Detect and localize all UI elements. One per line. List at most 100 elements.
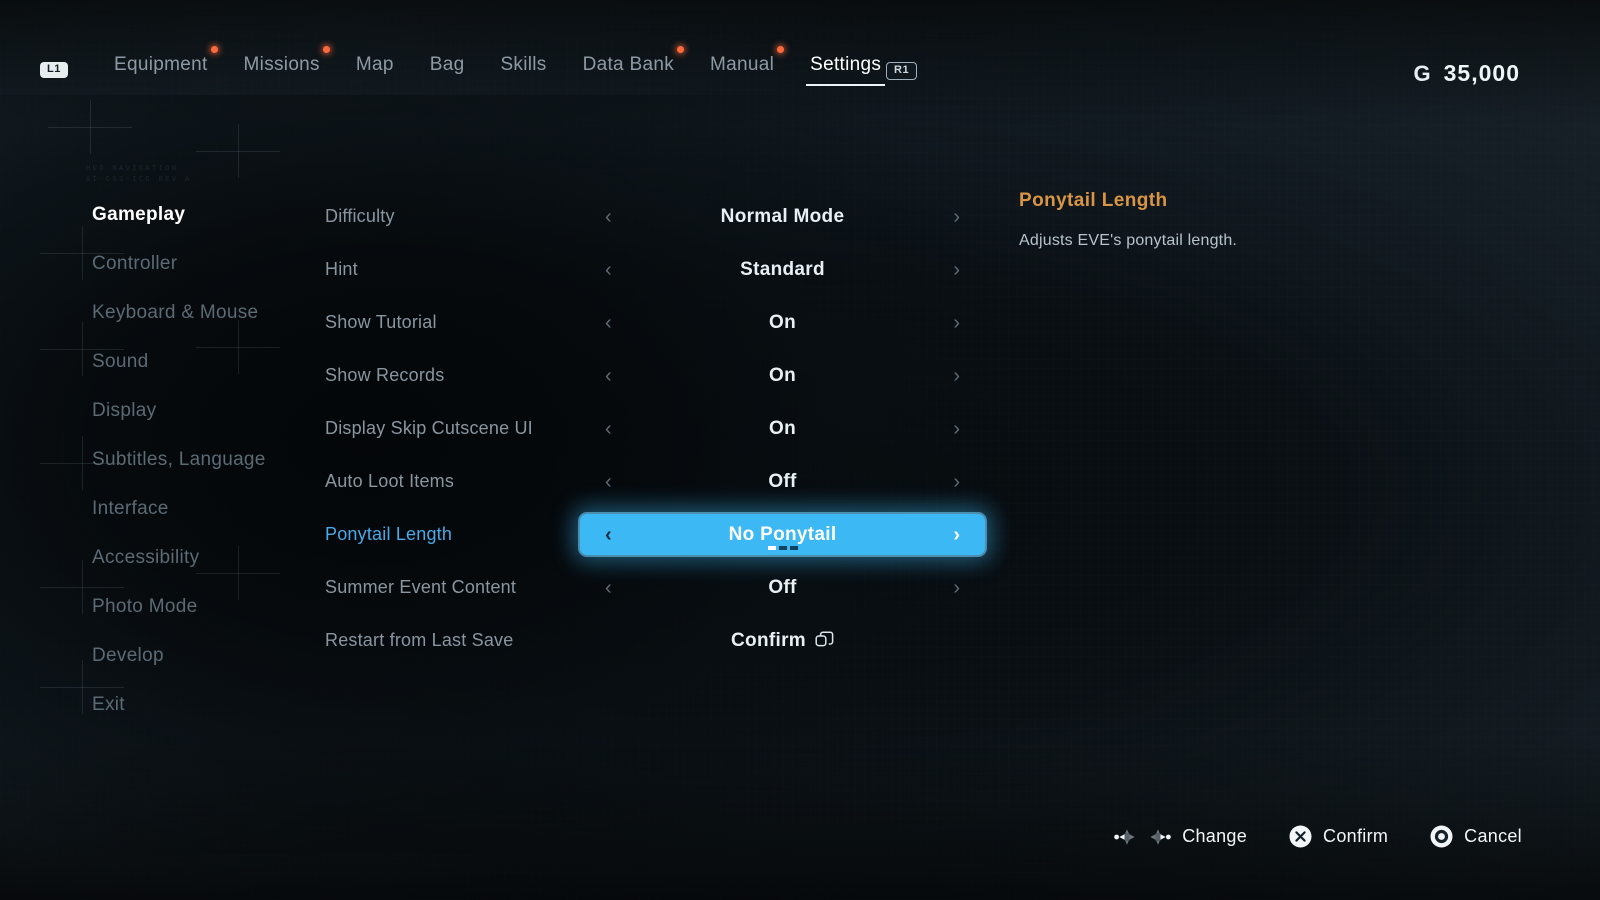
notification-dot-icon [777,46,785,53]
step-indicator [767,546,798,550]
setting-row-summer-event-content[interactable]: Summer Event Content ‹ Off › [325,561,985,614]
sidebar-item-display[interactable]: Display [92,386,342,435]
setting-label: Show Records [325,365,445,385]
setting-row-auto-loot-items[interactable]: Auto Loot Items ‹ Off › [325,455,985,508]
setting-stepper[interactable]: ‹ Standard › [580,250,985,290]
nav-tab-manual[interactable]: Manual [692,46,792,86]
step-dot [778,546,787,550]
nav-tab-list: Equipment Missions Map Bag Skills Data B… [96,46,899,86]
info-panel-description: Adjusts EVE's ponytail length. [1019,232,1238,249]
chevron-right-icon[interactable]: › [953,472,960,492]
nav-tab-bag[interactable]: Bag [412,48,483,86]
setting-row-restart-from-last-save[interactable]: Restart from Last Save Confirm [325,614,985,667]
setting-row-ponytail-length[interactable]: Ponytail Length ‹ No Ponytail › [325,508,985,561]
nav-tab-equipment[interactable]: Equipment [96,46,226,86]
hint-confirm[interactable]: Confirm [1289,825,1388,848]
chevron-left-icon[interactable]: ‹ [605,472,612,492]
notification-dot-icon [677,46,685,53]
setting-label: Display Skip Cutscene UI [325,418,533,438]
sidebar-item-exit[interactable]: Exit [92,680,342,729]
top-navigation-bar: L1 Equipment Missions Map Bag Skills Dat… [0,46,1600,104]
setting-label: Show Tutorial [325,312,437,332]
setting-row-hint[interactable]: Hint ‹ Standard › [325,243,985,296]
setting-label: Auto Loot Items [325,471,455,491]
setting-value: On [769,364,796,386]
setting-stepper-selected[interactable]: ‹ No Ponytail › [580,514,985,555]
nav-tab-data-bank[interactable]: Data Bank [565,46,692,86]
nav-tab-label: Map [355,54,394,75]
chevron-right-icon[interactable]: › [953,366,960,386]
sidebar-item-keyboard-mouse[interactable]: Keyboard & Mouse [92,288,342,337]
setting-stepper[interactable]: ‹ Normal Mode › [580,197,985,237]
setting-stepper[interactable]: ‹ On › [580,303,985,343]
setting-row-show-records[interactable]: Show Records ‹ On › [325,349,985,402]
settings-options-list: Difficulty ‹ Normal Mode › Hint ‹ Standa… [325,190,985,667]
circle-button-icon [1430,825,1453,848]
setting-info-panel: Ponytail Length Adjusts EVE's ponytail l… [1019,190,1499,252]
setting-value: On [769,417,796,439]
hint-label: Cancel [1464,826,1522,846]
setting-stepper[interactable]: ‹ On › [580,409,985,449]
chevron-right-icon[interactable]: › [953,260,960,280]
setting-stepper[interactable]: ‹ Off › [580,568,985,608]
nav-tab-label: Manual [710,54,775,75]
nav-tab-label: Settings [810,54,882,75]
step-dot [767,546,776,550]
chevron-left-icon[interactable]: ‹ [605,525,612,545]
setting-label: Summer Event Content [325,577,517,597]
nav-tab-map[interactable]: Map [338,48,412,86]
hud-decor-text: HUD NAVIGATION AI-CSS-ICO REV A [86,165,192,184]
gold-currency-icon: G [1413,60,1432,86]
setting-label: Difficulty [325,206,395,226]
setting-value: Off [768,576,797,598]
setting-value: Standard [740,258,825,280]
setting-stepper[interactable]: ‹ On › [580,356,985,396]
setting-action[interactable]: Confirm [580,621,985,661]
cross-button-icon [1289,825,1312,848]
chevron-right-icon[interactable]: › [953,313,960,333]
nav-tab-settings[interactable]: Settings [792,48,899,86]
button-hint-bar: Change Confirm Cancel [1114,825,1522,848]
nav-tab-missions[interactable]: Missions [226,46,338,86]
nav-tab-label: Skills [500,54,547,75]
hint-label: Confirm [1323,826,1389,846]
chevron-left-icon[interactable]: ‹ [605,207,612,227]
sidebar-item-controller[interactable]: Controller [92,239,342,288]
sidebar-item-interface[interactable]: Interface [92,484,342,533]
bumper-r1-badge[interactable]: R1 [886,62,918,80]
currency-display: G 35,000 [1414,60,1520,87]
notification-dot-icon [210,46,218,53]
chevron-left-icon[interactable]: ‹ [605,578,612,598]
setting-row-difficulty[interactable]: Difficulty ‹ Normal Mode › [325,190,985,243]
setting-value: Normal Mode [720,205,845,227]
sidebar-item-photo-mode[interactable]: Photo Mode [92,582,342,631]
nav-tab-skills[interactable]: Skills [482,48,564,86]
chevron-left-icon[interactable]: ‹ [605,366,612,386]
chevron-left-icon[interactable]: ‹ [605,419,612,439]
chevron-right-icon[interactable]: › [953,207,960,227]
active-tab-underline [806,84,886,86]
setting-stepper[interactable]: ‹ Off › [580,462,985,502]
bumper-l1-badge[interactable]: L1 [40,62,68,78]
chevron-right-icon[interactable]: › [953,419,960,439]
sidebar-item-subtitles-language[interactable]: Subtitles, Language [92,435,342,484]
sidebar-item-sound[interactable]: Sound [92,337,342,386]
nav-tab-label: Missions [243,54,320,75]
chevron-right-icon[interactable]: › [953,525,960,545]
sidebar-item-gameplay[interactable]: Gameplay [92,190,342,239]
info-panel-title: Ponytail Length [1019,190,1168,211]
setting-row-display-skip-cutscene-ui[interactable]: Display Skip Cutscene UI ‹ On › [325,402,985,455]
sidebar-item-accessibility[interactable]: Accessibility [92,533,342,582]
chevron-right-icon[interactable]: › [953,578,960,598]
hint-cancel[interactable]: Cancel [1430,825,1522,848]
chevron-left-icon[interactable]: ‹ [605,313,612,333]
setting-value: Off [768,470,797,492]
hint-label: Change [1182,826,1248,846]
hint-change[interactable]: Change [1114,826,1247,847]
setting-label: Hint [325,259,358,279]
setting-row-show-tutorial[interactable]: Show Tutorial ‹ On › [325,296,985,349]
chevron-left-icon[interactable]: ‹ [605,260,612,280]
setting-label: Restart from Last Save [325,630,514,650]
step-dot [789,546,798,550]
sidebar-item-develop[interactable]: Develop [92,631,342,680]
